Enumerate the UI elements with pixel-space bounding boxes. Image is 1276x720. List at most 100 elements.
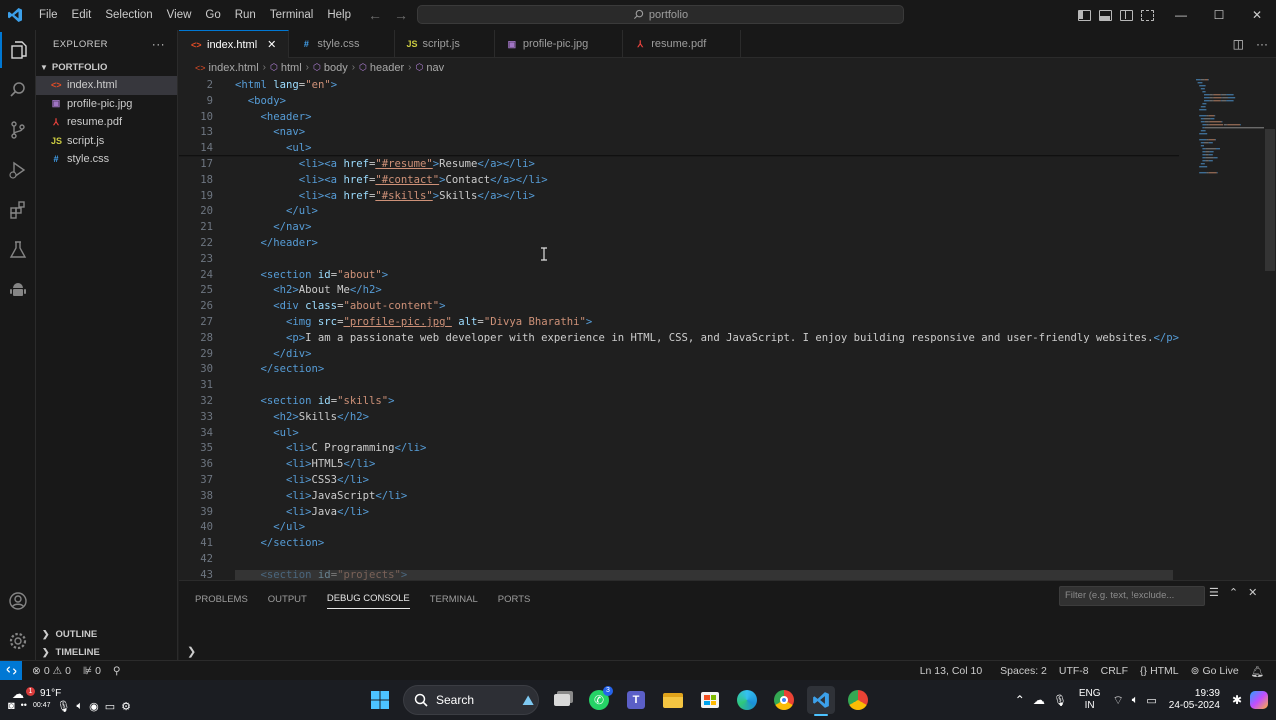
chrome-browser-icon[interactable] [770, 686, 798, 714]
close-panel-icon[interactable]: ✕ [1248, 586, 1257, 599]
microphone-tray-icon[interactable]: 🎙︎ [1053, 694, 1067, 707]
windows-start-icon[interactable] [366, 686, 394, 714]
taskbar-search[interactable]: Search ⛰ [403, 685, 539, 715]
line-ending[interactable]: CRLF [1095, 665, 1134, 677]
microphone-icon[interactable]: 🎙︎ [57, 700, 71, 713]
language-mode[interactable]: {} HTML [1134, 665, 1185, 677]
panel-tab-debug-console[interactable]: DEBUG CONSOLE [326, 589, 410, 609]
source-control-icon[interactable] [0, 112, 36, 148]
microsoft-store-icon[interactable] [696, 686, 724, 714]
customize-layout-icon[interactable] [1141, 9, 1154, 21]
breadcrumb-item[interactable]: ⬡ header [359, 62, 404, 74]
account-icon[interactable] [0, 583, 36, 619]
code-editor[interactable]: 2 <html lang="en"> 9 <body> 10 <header> 13 <… [179, 77, 1276, 580]
vscode-taskbar-icon[interactable] [807, 686, 835, 716]
vertical-scrollbar[interactable] [1265, 129, 1275, 271]
folder-portfolio[interactable]: ▼ PORTFOLIO [36, 58, 177, 76]
minimap[interactable] [1184, 77, 1264, 580]
panel-tab-terminal[interactable]: TERMINAL [430, 589, 478, 609]
console-prompt-icon[interactable]: ❯ [187, 645, 196, 658]
edge-browser-icon[interactable] [733, 686, 761, 714]
tab-style-css[interactable]: # style.css [289, 30, 395, 58]
menu-selection[interactable]: Selection [98, 0, 159, 30]
remote-indicator-icon[interactable] [0, 660, 22, 681]
horizontal-scrollbar[interactable] [235, 570, 1173, 580]
speaker-icon[interactable]: 🔈︎ [76, 700, 83, 713]
menu-run[interactable]: Run [228, 0, 263, 30]
cursor-position[interactable]: Ln 13, Col 10 [914, 665, 988, 677]
task-view-icon[interactable] [548, 686, 576, 714]
breadcrumb-item[interactable]: ⬡ html [270, 62, 302, 74]
run-debug-icon[interactable] [0, 152, 36, 188]
panel-tab-output[interactable]: OUTPUT [268, 589, 307, 609]
camera-icon[interactable]: ◙ [8, 700, 15, 713]
toggle-secondary-sidebar-icon[interactable] [1120, 9, 1133, 21]
search-icon[interactable] [0, 72, 36, 108]
menu-help[interactable]: Help [320, 0, 358, 30]
console-filter-input[interactable]: Filter (e.g. text, !exclude... [1059, 586, 1205, 606]
toggle-panel-icon[interactable] [1099, 9, 1112, 21]
problems-status[interactable]: ⊗ 0 ⚠ 0 [26, 665, 77, 677]
breadcrumb-item[interactable]: <> index.html [195, 62, 259, 74]
close-tab-icon[interactable]: ✕ [267, 38, 276, 51]
testing-icon[interactable] [0, 232, 36, 268]
window-capture-icon[interactable]: ▭ [105, 700, 115, 713]
language-indicator[interactable]: ENG IN [1079, 688, 1101, 712]
file-item[interactable]: JS script.js [36, 132, 177, 151]
minimize-icon[interactable]: — [1162, 0, 1200, 30]
maximize-icon[interactable]: ☐ [1200, 0, 1238, 30]
more-actions-icon[interactable]: ··· [152, 37, 165, 51]
onedrive-icon[interactable]: ☁ [1033, 693, 1045, 707]
file-item[interactable]: <> index.html [36, 76, 177, 95]
ports-status[interactable]: ⊯ 0 [77, 665, 107, 677]
extensions-icon[interactable] [0, 192, 36, 228]
copilot-icon[interactable] [1250, 691, 1268, 709]
battery-icon[interactable]: ▭ [1146, 694, 1156, 707]
chrome-profile-icon[interactable] [844, 686, 872, 714]
settings-gear-icon[interactable] [0, 623, 36, 659]
breadcrumb-item[interactable]: ⬡ body [313, 62, 348, 74]
split-editor-icon[interactable]: ◫ [1233, 37, 1244, 51]
file-item[interactable]: ⅄ resume.pdf [36, 113, 177, 132]
menu-view[interactable]: View [160, 0, 199, 30]
file-explorer-icon[interactable] [659, 686, 687, 714]
menu-edit[interactable]: Edit [65, 0, 99, 30]
wifi-icon[interactable]: ⌔ [1112, 693, 1123, 708]
encoding[interactable]: UTF-8 [1053, 665, 1095, 677]
menu-terminal[interactable]: Terminal [263, 0, 320, 30]
debug-status-icon[interactable]: ⚲ [107, 665, 127, 677]
clear-console-icon[interactable]: ☰ [1209, 586, 1219, 599]
teams-icon[interactable]: T [622, 686, 650, 714]
forward-arrow-icon[interactable]: → [394, 7, 408, 23]
recorder-settings-icon[interactable]: ⚙ [121, 700, 131, 713]
android-icon[interactable] [0, 272, 36, 308]
webcam-icon[interactable]: ◉ [89, 700, 99, 713]
command-center-search[interactable]: portfolio [417, 5, 904, 24]
indentation[interactable]: Spaces: 2 [994, 665, 1053, 677]
timeline-section[interactable]: ❯ TIMELINE [36, 643, 178, 661]
tray-overflow-icon[interactable]: ⌃ [1015, 693, 1025, 707]
tab-resume-pdf[interactable]: ⅄ resume.pdf [623, 30, 742, 58]
explorer-icon[interactable] [0, 32, 36, 68]
maximize-panel-icon[interactable]: ⌃ [1229, 586, 1238, 599]
more-actions-icon[interactable]: ··· [1256, 37, 1268, 51]
close-window-icon[interactable]: ✕ [1238, 0, 1276, 30]
panel-tab-ports[interactable]: PORTS [498, 589, 531, 609]
toggle-primary-sidebar-icon[interactable] [1078, 9, 1091, 21]
panel-tab-problems[interactable]: PROBLEMS [195, 589, 248, 609]
back-arrow-icon[interactable]: ← [368, 7, 382, 23]
whatsapp-icon[interactable]: ✆ 3 [585, 686, 613, 714]
tab-script-js[interactable]: JS script.js [395, 30, 495, 58]
tab-index-html[interactable]: <> index.html ✕ [179, 30, 290, 58]
go-live-button[interactable]: ⊚ Go Live [1185, 665, 1245, 677]
file-item[interactable]: ▣ profile-pic.jpg [36, 95, 177, 114]
notifications-bell-icon[interactable]: 🔔︎ [1245, 665, 1270, 678]
volume-icon[interactable]: 🔈︎ [1132, 694, 1139, 707]
menu-go[interactable]: Go [198, 0, 227, 30]
file-item[interactable]: # style.css [36, 150, 177, 169]
outline-section[interactable]: ❯ OUTLINE [36, 625, 178, 643]
clock[interactable]: 19:39 24-05-2024 [1169, 688, 1220, 712]
notification-center-icon[interactable]: ✱ [1232, 693, 1242, 707]
tab-profile-pic-jpg[interactable]: ▣ profile-pic.jpg [495, 30, 624, 58]
breadcrumb-item[interactable]: ⬡ nav [416, 62, 445, 74]
